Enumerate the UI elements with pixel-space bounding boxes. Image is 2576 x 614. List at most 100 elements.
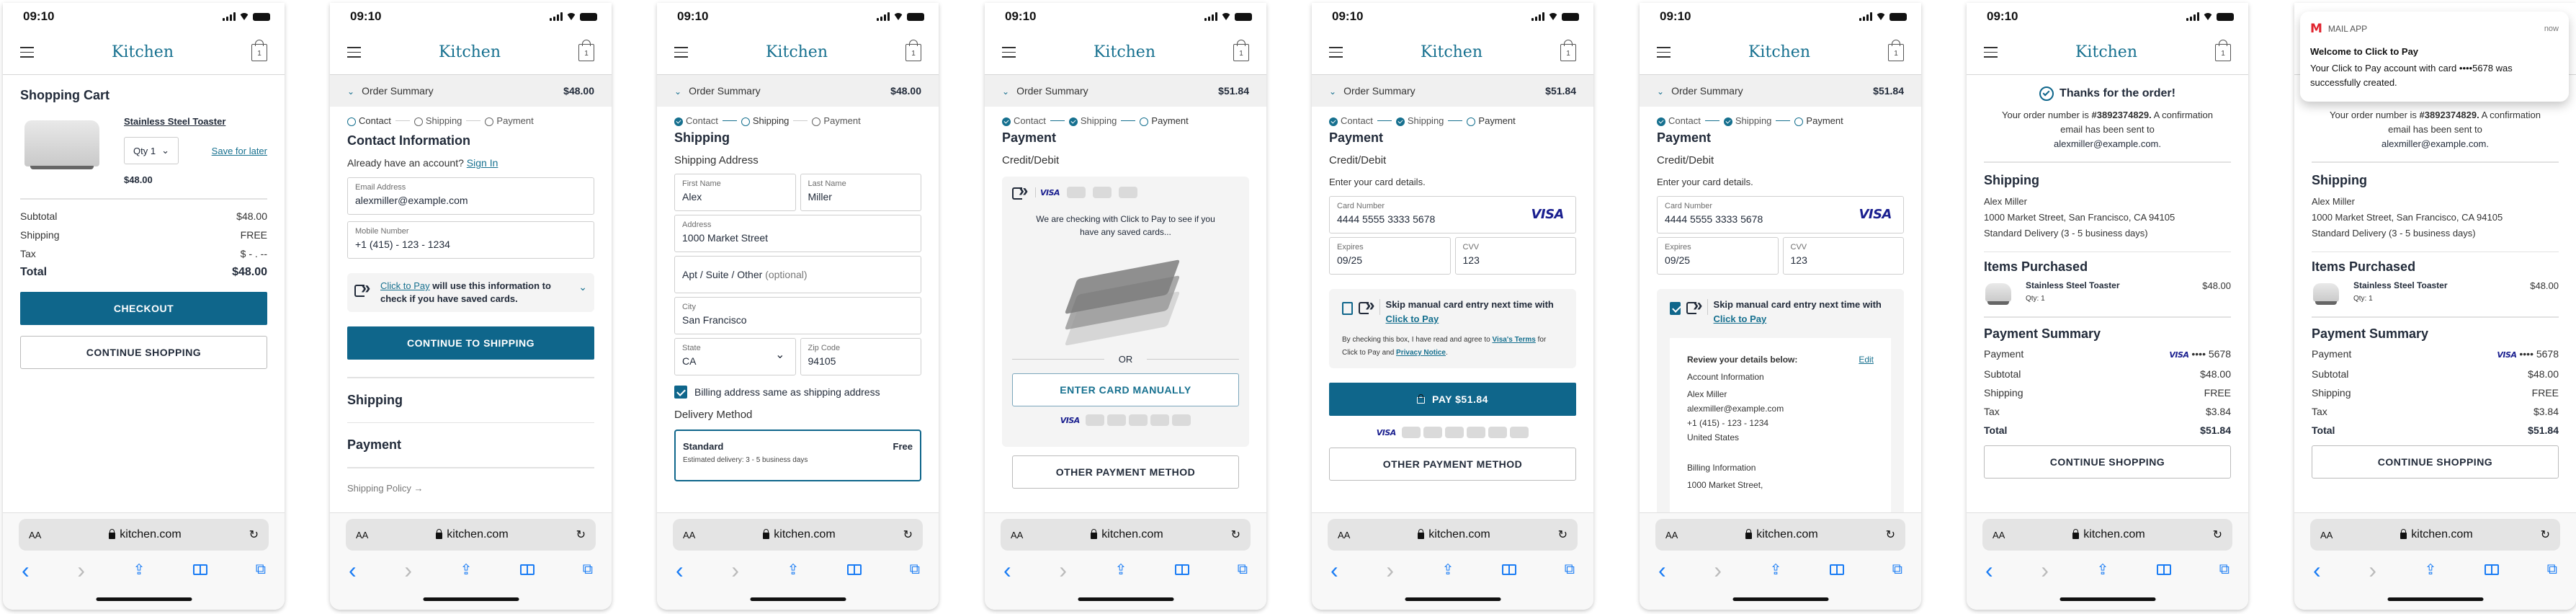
enter-card-manually-button[interactable]: ENTER CARD MANUALLY	[1012, 373, 1239, 406]
reader-text-size-button[interactable]: AA	[683, 530, 695, 540]
order-summary-toggle[interactable]: ⌄ Order Summary $51.84	[1312, 75, 1593, 107]
shopping-bag-icon[interactable]: 1	[1888, 39, 1904, 61]
email-field[interactable]: Email Address alexmiller@example.com	[347, 177, 594, 215]
hamburger-menu-icon[interactable]	[1002, 47, 1016, 58]
hamburger-menu-icon[interactable]	[1657, 47, 1671, 58]
card-number-field[interactable]: Card Number 4444 5555 3333 5678 VISA	[1657, 196, 1904, 233]
reader-text-size-button[interactable]: AA	[356, 530, 368, 540]
bookmarks-icon[interactable]	[1830, 564, 1845, 575]
hamburger-menu-icon[interactable]	[347, 47, 361, 58]
reload-icon[interactable]: ↻	[1558, 528, 1567, 542]
save-for-later-link[interactable]: Save for later	[212, 146, 267, 156]
reload-icon[interactable]: ↻	[576, 528, 586, 542]
reader-text-size-button[interactable]: AA	[1665, 530, 1678, 540]
tabs-icon[interactable]: ⧉	[2219, 561, 2230, 578]
order-summary-toggle[interactable]: ⌄ Order Summary $51.84	[985, 75, 1266, 107]
visa-terms-link[interactable]: Visa's Terms	[1492, 336, 1535, 344]
tabs-icon[interactable]: ⧉	[583, 561, 593, 578]
back-button-icon[interactable]: ‹	[676, 559, 684, 582]
forward-button-icon[interactable]: ›	[2369, 559, 2376, 582]
tabs-icon[interactable]: ⧉	[910, 561, 920, 578]
other-payment-method-button[interactable]: OTHER PAYMENT METHOD	[1012, 455, 1239, 489]
reader-text-size-button[interactable]: AA	[29, 530, 41, 540]
continue-shopping-button[interactable]: CONTINUE SHOPPING	[2312, 445, 2559, 479]
bookmarks-icon[interactable]	[2485, 564, 2500, 575]
share-icon[interactable]: ⇪	[2097, 561, 2109, 579]
bookmarks-icon[interactable]	[1175, 564, 1190, 575]
billing-same-checkbox[interactable]	[674, 386, 687, 399]
share-icon[interactable]: ⇪	[2425, 561, 2437, 579]
share-icon[interactable]: ⇪	[1442, 561, 1454, 579]
address-bar[interactable]: AA kitchen.com ↻	[19, 519, 269, 551]
click-to-pay-link[interactable]: Click to Pay	[380, 280, 430, 291]
bookmarks-icon[interactable]	[847, 564, 862, 575]
skip-manual-entry-checkbox[interactable]	[1670, 302, 1681, 315]
card-number-field[interactable]: Card Number 4444 5555 3333 5678 VISA	[1329, 196, 1576, 233]
shopping-bag-icon[interactable]: 1	[905, 39, 921, 61]
site-logo[interactable]: Kitchen	[1748, 43, 1810, 61]
site-logo[interactable]: Kitchen	[766, 43, 828, 61]
reload-icon[interactable]: ↻	[2213, 528, 2222, 542]
hamburger-menu-icon[interactable]	[674, 47, 688, 58]
chevron-down-icon[interactable]: ⌄	[578, 281, 587, 293]
expiry-field[interactable]: Expires 09/25	[1329, 237, 1451, 275]
address-bar[interactable]: AA kitchen.com ↻	[2310, 519, 2560, 551]
reader-text-size-button[interactable]: AA	[1338, 530, 1350, 540]
bookmarks-icon[interactable]	[1502, 564, 1517, 575]
bookmarks-icon[interactable]	[2157, 564, 2172, 575]
tabs-icon[interactable]: ⧉	[2547, 561, 2557, 578]
shipping-policy-link[interactable]: Shipping Policy →	[347, 483, 594, 494]
address-bar[interactable]: AA kitchen.com ↻	[1982, 519, 2232, 551]
checkout-button[interactable]: CHECKOUT	[20, 291, 267, 325]
expiry-field[interactable]: Expires 09/25	[1657, 237, 1779, 275]
site-logo[interactable]: Kitchen	[439, 43, 501, 61]
back-button-icon[interactable]: ‹	[1331, 559, 1338, 582]
click-to-pay-link[interactable]: Click to Pay	[1386, 313, 1439, 324]
share-icon[interactable]: ⇪	[1115, 561, 1127, 579]
edit-link[interactable]: Edit	[1859, 352, 1874, 367]
quantity-select[interactable]: Qty 1 ⌄	[124, 137, 179, 164]
reload-icon[interactable]: ↻	[1231, 528, 1240, 542]
bookmarks-icon[interactable]	[193, 564, 208, 575]
share-icon[interactable]: ⇪	[133, 561, 146, 579]
back-button-icon[interactable]: ‹	[349, 559, 357, 582]
hamburger-menu-icon[interactable]	[1329, 47, 1343, 58]
back-button-icon[interactable]: ‹	[1003, 559, 1011, 582]
forward-button-icon[interactable]: ›	[1386, 559, 1394, 582]
back-button-icon[interactable]: ‹	[1658, 559, 1666, 582]
zip-field[interactable]: Zip Code 94105	[800, 338, 921, 375]
reader-text-size-button[interactable]: AA	[1993, 530, 2005, 540]
click-to-pay-link[interactable]: Click to Pay	[1714, 313, 1767, 324]
shopping-bag-icon[interactable]: 1	[2215, 39, 2231, 61]
order-summary-toggle[interactable]: ⌄ Order Summary $48.00	[330, 75, 612, 107]
hamburger-menu-icon[interactable]	[20, 47, 34, 58]
forward-button-icon[interactable]: ›	[2041, 559, 2049, 582]
share-icon[interactable]: ⇪	[787, 561, 800, 579]
product-name-link[interactable]: Stainless Steel Toaster	[124, 116, 267, 127]
shopping-bag-icon[interactable]: 1	[251, 39, 267, 61]
continue-to-shipping-button[interactable]: CONTINUE TO SHIPPING	[347, 326, 594, 360]
forward-button-icon[interactable]: ›	[404, 559, 412, 582]
shipping-section-heading[interactable]: Shipping	[347, 378, 594, 422]
cvv-field[interactable]: CVV 123	[1782, 237, 1904, 275]
tabs-icon[interactable]: ⧉	[1238, 561, 1248, 578]
tabs-icon[interactable]: ⧉	[1565, 561, 1575, 578]
back-button-icon[interactable]: ‹	[22, 559, 30, 582]
reload-icon[interactable]: ↻	[249, 528, 259, 542]
share-icon[interactable]: ⇪	[460, 561, 473, 579]
mobile-field[interactable]: Mobile Number +1 (415) - 123 - 1234	[347, 221, 594, 259]
reload-icon[interactable]: ↻	[1886, 528, 1895, 542]
reload-icon[interactable]: ↻	[903, 528, 913, 542]
forward-button-icon[interactable]: ›	[1059, 559, 1067, 582]
address-bar[interactable]: AA kitchen.com ↻	[673, 519, 923, 551]
order-summary-toggle[interactable]: ⌄ Order Summary $51.84	[1640, 75, 1921, 107]
reader-text-size-button[interactable]: AA	[2320, 530, 2333, 540]
bookmarks-icon[interactable]	[520, 564, 535, 575]
forward-button-icon[interactable]: ›	[1714, 559, 1722, 582]
back-button-icon[interactable]: ‹	[2313, 559, 2321, 582]
push-notification[interactable]: M MAIL APP now Welcome to Click to Pay Y…	[2300, 12, 2569, 102]
state-select[interactable]: State CA ⌄	[674, 338, 796, 375]
address-bar[interactable]: AA kitchen.com ↻	[346, 519, 596, 551]
shopping-bag-icon[interactable]: 1	[578, 39, 594, 61]
apt-field[interactable]: Apt / Suite / Other (optional)	[674, 256, 921, 293]
